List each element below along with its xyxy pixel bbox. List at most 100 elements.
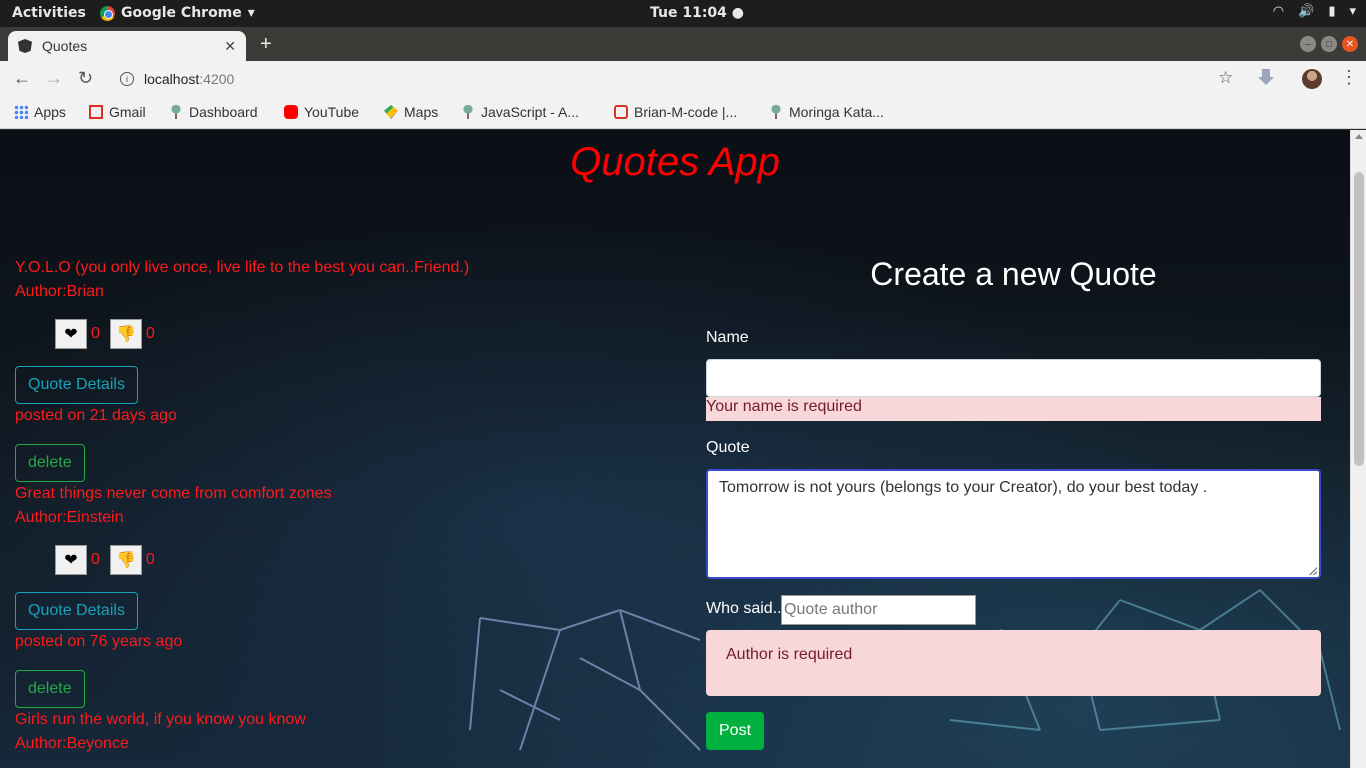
name-input[interactable]	[706, 359, 1321, 397]
heart-icon: ❤	[64, 326, 78, 343]
tab-strip: Quotes ✕ + – □ ✕	[0, 27, 1366, 61]
author-label: Who said..	[706, 600, 782, 617]
quote-author: Author:Brian	[15, 283, 104, 300]
chevron-down-icon: ▾	[247, 5, 255, 21]
tree-icon	[769, 105, 783, 119]
activities-button[interactable]: Activities	[12, 5, 86, 21]
clock[interactable]: Tue 11:04 ●	[650, 5, 744, 21]
app-name: Google Chrome	[121, 5, 242, 21]
downvote-button[interactable]: 👎	[109, 545, 142, 575]
bookmarks-bar: Apps Gmail Dashboard YouTube Maps JavaSc…	[0, 97, 1366, 129]
thumbs-down-icon: 👎	[115, 326, 136, 343]
quote-label: Quote	[706, 439, 750, 456]
clock-text: Tue 11:04	[650, 5, 727, 21]
bookmark-label: JavaScript - A...	[481, 104, 580, 120]
browser-toolbar: ← → ↻ i localhost:4200 ☆ ⋮	[0, 61, 1366, 97]
avatar[interactable]	[1302, 69, 1322, 89]
author-input[interactable]: Quote author	[781, 595, 976, 625]
quote-text: Y.O.L.O (you only live once, live life t…	[15, 259, 470, 276]
angular-icon	[18, 39, 32, 53]
tree-icon	[461, 105, 475, 119]
quote-textarea[interactable]: Tomorrow is not yours (belongs to your C…	[706, 469, 1321, 579]
upvote-button[interactable]: ❤	[55, 319, 87, 349]
wifi-icon: ◠	[1272, 4, 1285, 19]
bookmark-moringa[interactable]: Moringa Kata...	[769, 104, 884, 120]
post-button[interactable]: Post	[706, 712, 765, 750]
battery-icon: ▮	[1328, 4, 1336, 19]
tree-icon	[169, 105, 183, 119]
gmail-icon	[89, 105, 103, 119]
info-icon[interactable]: i	[120, 72, 134, 86]
quote-author: Author:Beyonce	[15, 735, 129, 752]
menu-dots-icon[interactable]: ⋮	[1340, 67, 1358, 88]
upvote-button[interactable]: ❤	[55, 545, 87, 575]
quote-details-button[interactable]: Quote Details	[15, 592, 138, 630]
system-top-bar: Activities Google Chrome ▾ Tue 11:04 ● ◠…	[0, 0, 1366, 27]
back-arrow-icon[interactable]: ←	[13, 68, 31, 89]
author-error-text: Author is required	[726, 646, 853, 663]
quote-item: Great things never come from comfort zon…	[15, 482, 332, 530]
page-viewport: Quotes App Y.O.L.O (you only live once, …	[0, 130, 1350, 768]
chevron-down-icon: ▾	[1349, 4, 1356, 19]
name-error: Your name is required	[706, 397, 1321, 421]
resize-handle-icon[interactable]	[1309, 567, 1317, 575]
bookmark-apps[interactable]: Apps	[14, 104, 66, 120]
quote-text: Great things never come from comfort zon…	[15, 485, 332, 502]
minimize-button[interactable]: –	[1300, 36, 1316, 52]
bookmark-star-icon[interactable]: ☆	[1218, 68, 1233, 88]
bookmark-label: Dashboard	[189, 104, 258, 120]
quote-item: Girls run the world, if you know you kno…	[15, 708, 306, 756]
chrome-icon	[100, 5, 115, 21]
tab-quotes[interactable]: Quotes ✕	[8, 31, 246, 61]
download-icon[interactable]	[1258, 69, 1274, 87]
heart-icon: ❤	[64, 552, 78, 569]
upvote-count: 0	[91, 325, 100, 342]
close-window-button[interactable]: ✕	[1342, 36, 1358, 52]
bookmark-gmail[interactable]: Gmail	[89, 104, 146, 120]
delete-button[interactable]: delete	[15, 444, 85, 482]
bookmark-javascript[interactable]: JavaScript - A...	[461, 104, 579, 120]
bookmark-youtube[interactable]: YouTube	[284, 104, 359, 120]
bookmark-maps[interactable]: Maps	[384, 104, 438, 120]
system-tray[interactable]: ◠ 🔊 ▮ ▾	[1273, 4, 1356, 19]
page-title: Quotes App	[570, 140, 780, 184]
delete-button[interactable]: delete	[15, 670, 85, 708]
apps-grid-icon	[14, 105, 28, 119]
app-menu[interactable]: Google Chrome ▾	[100, 5, 255, 21]
upvote-count: 0	[91, 551, 100, 568]
page-scrollbar[interactable]	[1350, 130, 1366, 768]
volume-icon: 🔊	[1298, 4, 1315, 19]
scrollbar-thumb[interactable]	[1354, 172, 1364, 466]
bookmark-label: Maps	[404, 104, 439, 120]
name-label: Name	[706, 329, 749, 346]
maximize-button[interactable]: □	[1321, 36, 1337, 52]
forward-arrow-icon[interactable]: →	[45, 68, 63, 89]
vote-controls: ❤ 0 👎 0	[55, 319, 161, 349]
posted-date: posted on 76 years ago	[15, 633, 183, 650]
downvote-button[interactable]: 👎	[109, 319, 142, 349]
url-port: :4200	[199, 71, 235, 87]
quote-text: Girls run the world, if you know you kno…	[15, 711, 306, 728]
window-controls: – □ ✕	[1300, 36, 1358, 52]
form-title: Create a new Quote	[870, 256, 1157, 292]
close-tab-icon[interactable]: ✕	[224, 38, 236, 55]
reload-icon[interactable]: ↻	[78, 68, 93, 89]
address-bar[interactable]: i localhost:4200	[108, 65, 1248, 93]
bookmark-label: YouTube	[304, 104, 360, 120]
bookmark-label: Moringa Kata...	[789, 104, 884, 120]
new-tab-button[interactable]: +	[260, 33, 272, 56]
author-error: Author is required	[706, 630, 1321, 696]
quote-textarea-value: Tomorrow is not yours (belongs to your C…	[719, 479, 1208, 496]
bookmark-dashboard[interactable]: Dashboard	[169, 104, 258, 120]
maps-icon	[384, 105, 398, 119]
quote-details-button[interactable]: Quote Details	[15, 366, 138, 404]
bookmark-label: Brian-M-code |...	[634, 104, 738, 120]
tab-title: Quotes	[42, 38, 88, 54]
bookmark-label: Gmail	[109, 104, 146, 120]
bookmark-brian-m-code[interactable]: Brian-M-code |...	[614, 104, 737, 120]
scroll-up-arrow-icon[interactable]	[1355, 134, 1363, 139]
quote-author: Author:Einstein	[15, 509, 124, 526]
downvote-count: 0	[145, 325, 155, 342]
url-host: localhost	[144, 71, 200, 87]
bookmark-label: Apps	[34, 104, 66, 120]
